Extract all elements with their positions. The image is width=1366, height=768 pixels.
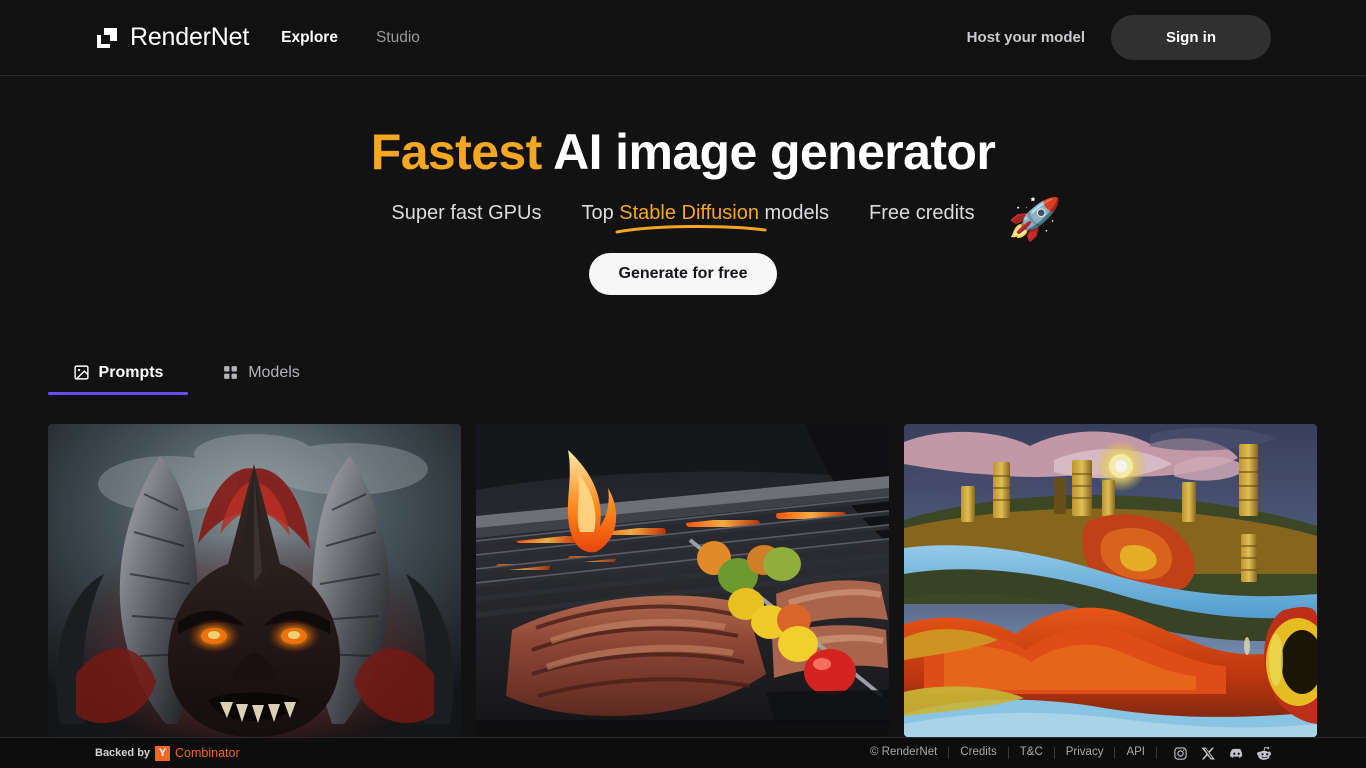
brand-logo[interactable]: RenderNet: [95, 25, 249, 50]
bbq-grill-artwork: [476, 424, 889, 737]
hero-feature-models-pre: Top: [581, 202, 620, 224]
instagram-icon[interactable]: [1173, 746, 1188, 761]
brand-name: RenderNet: [130, 23, 250, 51]
content-tabs: Prompts Models: [48, 358, 334, 395]
hero-cta-wrap: Generate for free: [0, 253, 1366, 295]
rocket-icon: 🚀: [1006, 193, 1062, 244]
footer-link-api[interactable]: API: [1115, 747, 1156, 759]
y-combinator-icon: Y: [155, 745, 171, 761]
demon-artwork: [48, 424, 461, 737]
underline-squiggle-icon: [615, 224, 767, 234]
discord-icon[interactable]: [1229, 746, 1244, 761]
tab-models[interactable]: Models: [188, 358, 334, 395]
hero-subtitle: Super fast GPUs Top Stable Diffusion mod…: [0, 193, 1366, 244]
gallery-card-demon[interactable]: [48, 424, 461, 737]
nav-link-studio[interactable]: Studio: [376, 30, 420, 46]
footer-link-credits[interactable]: Credits: [949, 747, 1007, 759]
hero-feature-models: Top Stable Diffusion models: [581, 202, 830, 234]
footer-link-copyright: © RenderNet: [870, 746, 938, 759]
gallery-grid: [48, 424, 1318, 737]
site-header: RenderNet Explore Studio Host your model…: [0, 0, 1366, 76]
tab-models-label: Models: [248, 363, 300, 381]
hero-feature-models-post: models: [758, 202, 830, 224]
tab-prompts[interactable]: Prompts: [48, 358, 188, 395]
footer-link-tc[interactable]: T&C: [1009, 747, 1054, 759]
reddit-icon[interactable]: [1257, 746, 1272, 761]
backed-by-label: Backed by: [95, 747, 151, 759]
header-actions: Host your model Sign in: [967, 15, 1271, 60]
nav-link-explore[interactable]: Explore: [281, 30, 338, 46]
host-your-model-link[interactable]: Host your model: [967, 29, 1085, 46]
image-icon: [73, 364, 90, 381]
footer-divider: [1156, 747, 1157, 759]
footer-links: © RenderNet Credits T&C Privacy API: [859, 746, 1272, 761]
rendernet-landing-page: RenderNet Explore Studio Host your model…: [0, 0, 1366, 768]
hero-section: Fastest AI image generator Super fast GP…: [0, 76, 1366, 350]
rendernet-squares-logo-icon: [95, 26, 119, 50]
hero-title-rest: AI image generator: [541, 124, 996, 180]
site-footer: Backed by Y Combinator © RenderNet Credi…: [0, 737, 1366, 768]
stable-diffusion-highlight: Stable Diffusion: [615, 202, 767, 234]
backed-by-yc[interactable]: Backed by Y Combinator: [95, 745, 240, 761]
footer-link-privacy[interactable]: Privacy: [1055, 747, 1115, 759]
page-title: Fastest AI image generator: [0, 124, 1366, 180]
x-twitter-icon[interactable]: [1201, 746, 1216, 761]
hero-title-accent: Fastest: [370, 124, 542, 180]
hero-feature-gpus: Super fast GPUs: [391, 202, 542, 224]
hero-feature-credits: Free credits: [869, 202, 975, 224]
gallery-card-landscape[interactable]: [904, 424, 1317, 737]
y-combinator-label: Combinator: [175, 746, 240, 760]
surreal-landscape-artwork: [904, 424, 1317, 737]
stable-diffusion-text: Stable Diffusion: [619, 202, 759, 224]
social-links: [1173, 746, 1272, 761]
grid-icon: [222, 364, 239, 381]
tab-prompts-label: Prompts: [98, 363, 164, 381]
gallery-card-bbq[interactable]: [476, 424, 889, 737]
generate-for-free-button[interactable]: Generate for free: [588, 253, 778, 295]
primary-nav: Explore Studio: [281, 30, 420, 46]
sign-in-button[interactable]: Sign in: [1111, 15, 1271, 60]
